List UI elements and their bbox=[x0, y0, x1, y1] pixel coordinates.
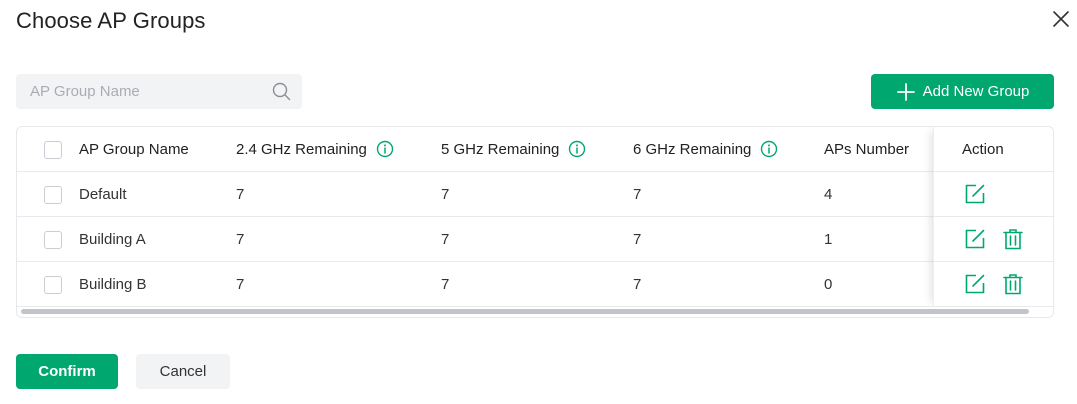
trash-icon[interactable] bbox=[1002, 273, 1024, 295]
column-header-6ghz: 6 GHz Remaining bbox=[633, 127, 778, 171]
cell-aps: 0 bbox=[824, 275, 833, 293]
ap-groups-table: AP Group Name 2.4 GHz Remaining 5 GHz Re… bbox=[16, 126, 1054, 318]
cell-aps: 1 bbox=[824, 230, 833, 248]
edit-icon[interactable] bbox=[964, 183, 986, 205]
column-header-5ghz: 5 GHz Remaining bbox=[441, 127, 586, 171]
row-checkbox[interactable] bbox=[44, 231, 62, 249]
column-header-name: AP Group Name bbox=[79, 140, 189, 158]
cell-aps: 4 bbox=[824, 185, 833, 203]
table-row: Building A 7 7 7 1 bbox=[17, 217, 1053, 262]
plus-icon bbox=[896, 82, 916, 102]
column-header-6ghz-label: 6 GHz Remaining bbox=[633, 140, 752, 158]
add-new-group-button[interactable]: Add New Group bbox=[871, 74, 1054, 109]
edit-icon[interactable] bbox=[964, 228, 986, 250]
close-icon bbox=[1050, 8, 1072, 30]
row-actions bbox=[934, 172, 1053, 217]
search-box bbox=[16, 74, 302, 109]
select-all-checkbox[interactable] bbox=[44, 141, 62, 159]
cancel-button[interactable]: Cancel bbox=[136, 354, 230, 389]
cell-6ghz: 7 bbox=[633, 230, 642, 248]
cell-5ghz: 7 bbox=[441, 275, 450, 293]
add-new-group-label: Add New Group bbox=[922, 83, 1030, 100]
column-header-24ghz: 2.4 GHz Remaining bbox=[236, 127, 394, 171]
column-header-action: Action bbox=[934, 127, 1053, 172]
cell-24ghz: 7 bbox=[236, 185, 245, 203]
horizontal-scrollbar[interactable] bbox=[21, 309, 1029, 314]
column-header-24ghz-label: 2.4 GHz Remaining bbox=[236, 140, 367, 158]
dialog-title: Choose AP Groups bbox=[16, 8, 206, 33]
table-row: Building B 7 7 7 0 bbox=[17, 262, 1053, 307]
cell-24ghz: 7 bbox=[236, 275, 245, 293]
cell-5ghz: 7 bbox=[441, 185, 450, 203]
cell-24ghz: 7 bbox=[236, 230, 245, 248]
row-actions bbox=[934, 217, 1053, 262]
close-button[interactable] bbox=[1050, 8, 1072, 30]
action-column: Action bbox=[933, 127, 1053, 307]
search-icon[interactable] bbox=[272, 82, 291, 101]
search-input[interactable] bbox=[16, 74, 266, 109]
table-header: AP Group Name 2.4 GHz Remaining 5 GHz Re… bbox=[17, 127, 1053, 172]
column-header-aps: APs Number bbox=[824, 140, 910, 158]
row-checkbox[interactable] bbox=[44, 186, 62, 204]
cell-5ghz: 7 bbox=[441, 230, 450, 248]
info-icon[interactable] bbox=[760, 140, 778, 158]
column-header-5ghz-label: 5 GHz Remaining bbox=[441, 140, 560, 158]
cell-name: Building A bbox=[79, 230, 146, 248]
cell-name: Building B bbox=[79, 275, 147, 293]
confirm-button[interactable]: Confirm bbox=[16, 354, 118, 389]
edit-icon[interactable] bbox=[964, 273, 986, 295]
info-icon[interactable] bbox=[568, 140, 586, 158]
row-actions bbox=[934, 262, 1053, 307]
cell-6ghz: 7 bbox=[633, 185, 642, 203]
row-checkbox[interactable] bbox=[44, 276, 62, 294]
table-row: Default 7 7 7 4 bbox=[17, 172, 1053, 217]
trash-icon[interactable] bbox=[1002, 228, 1024, 250]
cell-6ghz: 7 bbox=[633, 275, 642, 293]
cell-name: Default bbox=[79, 185, 127, 203]
info-icon[interactable] bbox=[376, 140, 394, 158]
